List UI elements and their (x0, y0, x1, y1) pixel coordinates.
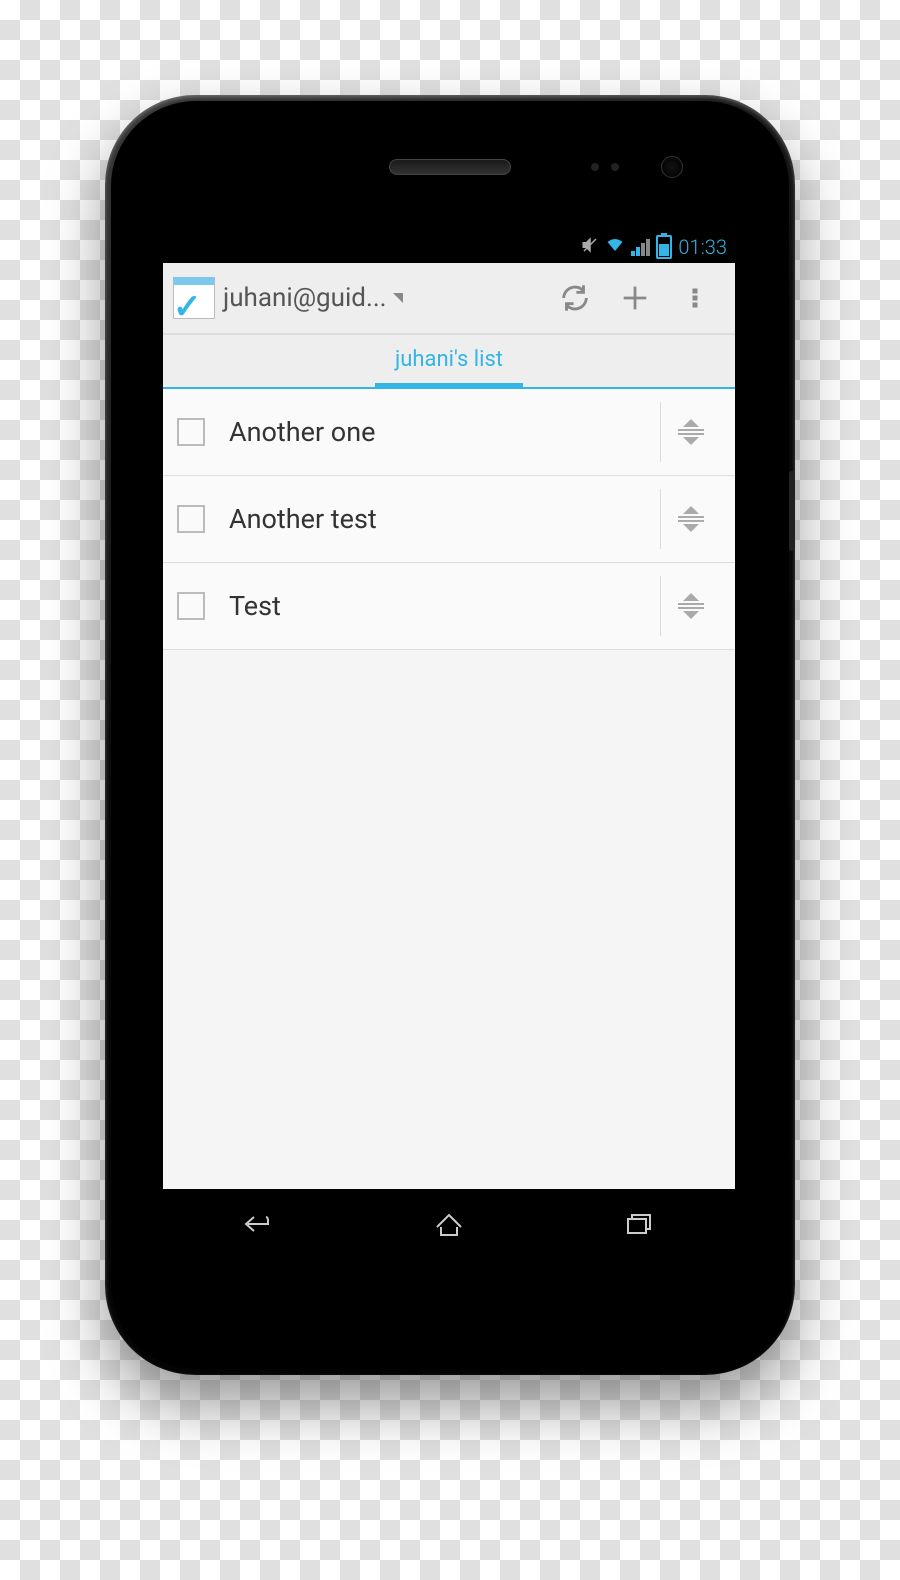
list-item[interactable]: Another one (163, 389, 735, 476)
task-list: Another one Another test Test (163, 389, 735, 650)
mute-icon (581, 236, 599, 259)
item-label: Test (229, 590, 660, 622)
signal-icon (631, 238, 650, 256)
recents-button[interactable] (600, 1204, 680, 1244)
dropdown-icon (393, 293, 403, 303)
phone-camera (661, 156, 683, 178)
item-label: Another test (229, 503, 660, 535)
list-item[interactable]: Another test (163, 476, 735, 563)
account-spinner[interactable]: juhani@guid... (223, 283, 387, 313)
phone-speaker (389, 159, 511, 175)
phone-frame: 01:33 ✓ juhani@guid... (105, 95, 795, 1375)
checkbox[interactable] (177, 505, 205, 533)
battery-icon (656, 235, 672, 259)
back-button[interactable] (218, 1204, 298, 1244)
app-icon[interactable]: ✓ (173, 277, 215, 319)
wifi-icon (605, 236, 625, 259)
refresh-button[interactable] (545, 268, 605, 328)
home-button[interactable] (409, 1204, 489, 1244)
nav-bar (163, 1189, 735, 1259)
tab-bar: juhani's list (163, 335, 735, 389)
phone-body: 01:33 ✓ juhani@guid... (111, 101, 789, 1369)
status-bar: 01:33 (163, 231, 735, 263)
item-label: Another one (229, 416, 660, 448)
overflow-menu-button[interactable] (665, 268, 725, 328)
add-button[interactable] (605, 268, 665, 328)
drag-handle-icon[interactable] (660, 489, 721, 549)
tab-active[interactable]: juhani's list (375, 335, 523, 389)
action-bar: ✓ juhani@guid... (163, 263, 735, 335)
screen: 01:33 ✓ juhani@guid... (163, 231, 735, 1191)
clock: 01:33 (678, 235, 727, 259)
list-item[interactable]: Test (163, 563, 735, 650)
phone-sensor (591, 163, 599, 171)
drag-handle-icon[interactable] (660, 576, 721, 636)
drag-handle-icon[interactable] (660, 402, 721, 462)
checkbox[interactable] (177, 418, 205, 446)
phone-sensor (611, 163, 619, 171)
phone-power-button (789, 471, 795, 551)
checkbox[interactable] (177, 592, 205, 620)
